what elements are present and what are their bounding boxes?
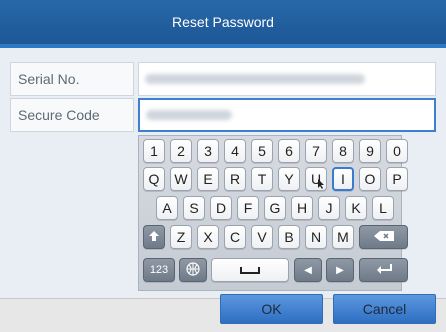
shift-key[interactable] [143, 225, 165, 249]
key-y[interactable]: Y [278, 167, 300, 191]
key-h[interactable]: H [291, 196, 313, 220]
key-v[interactable]: V [251, 225, 273, 249]
key-0[interactable]: 0 [386, 139, 408, 163]
space-key[interactable] [211, 258, 289, 282]
numbers-toggle-label: 123 [149, 264, 169, 276]
key-g[interactable]: G [264, 196, 286, 220]
key-t[interactable]: T [251, 167, 273, 191]
key-3[interactable]: 3 [197, 139, 219, 163]
key-z[interactable]: Z [170, 225, 192, 249]
key-a[interactable]: A [156, 196, 178, 220]
numbers-toggle-key[interactable]: 123 [143, 258, 175, 282]
key-f[interactable]: F [237, 196, 259, 220]
on-screen-keyboard: 1 2 3 4 5 6 7 8 9 0 Q W E R T Y U I O P … [138, 135, 408, 291]
key-4[interactable]: 4 [224, 139, 246, 163]
key-2[interactable]: 2 [170, 139, 192, 163]
key-l[interactable]: L [372, 196, 394, 220]
reset-password-dialog: Reset Password Serial No. Secure Code 1 … [0, 0, 446, 332]
serial-label: Serial No. [10, 62, 134, 96]
key-x[interactable]: X [197, 225, 219, 249]
key-e[interactable]: E [197, 167, 219, 191]
globe-icon [186, 261, 200, 279]
key-6[interactable]: 6 [278, 139, 300, 163]
mouse-cursor-icon [317, 177, 325, 189]
secure-field[interactable] [138, 98, 436, 132]
right-arrow-icon: ▶ [336, 264, 344, 276]
key-i[interactable]: I [332, 167, 354, 191]
key-b[interactable]: B [278, 225, 300, 249]
backspace-key[interactable] [359, 225, 408, 249]
space-icon [239, 262, 261, 278]
cancel-button[interactable]: Cancel [333, 294, 436, 324]
key-w[interactable]: W [170, 167, 192, 191]
key-o[interactable]: O [359, 167, 381, 191]
secure-row: Secure Code [10, 98, 436, 132]
ok-button[interactable]: OK [220, 294, 323, 324]
key-8[interactable]: 8 [332, 139, 354, 163]
key-s[interactable]: S [183, 196, 205, 220]
left-key[interactable]: ◀ [294, 258, 322, 282]
key-d[interactable]: D [210, 196, 232, 220]
key-q[interactable]: Q [143, 167, 165, 191]
key-1[interactable]: 1 [143, 139, 165, 163]
dialog-title: Reset Password [172, 14, 274, 30]
shift-icon [148, 229, 160, 245]
enter-icon [375, 262, 393, 278]
serial-field[interactable] [138, 62, 436, 96]
key-n[interactable]: N [305, 225, 327, 249]
dialog-titlebar: Reset Password [0, 0, 446, 44]
backspace-icon [372, 229, 396, 245]
key-j[interactable]: J [318, 196, 340, 220]
right-key[interactable]: ▶ [326, 258, 354, 282]
secure-label: Secure Code [10, 98, 134, 132]
key-k[interactable]: K [345, 196, 367, 220]
key-c[interactable]: C [224, 225, 246, 249]
globe-key[interactable] [179, 258, 207, 282]
key-r[interactable]: R [224, 167, 246, 191]
key-p[interactable]: P [386, 167, 408, 191]
left-arrow-icon: ◀ [304, 264, 312, 276]
serial-row: Serial No. [10, 62, 436, 96]
key-9[interactable]: 9 [359, 139, 381, 163]
key-7[interactable]: 7 [305, 139, 327, 163]
enter-key[interactable] [359, 258, 408, 282]
key-m[interactable]: M [332, 225, 354, 249]
reset-form: Serial No. Secure Code [10, 62, 436, 134]
key-5[interactable]: 5 [251, 139, 273, 163]
